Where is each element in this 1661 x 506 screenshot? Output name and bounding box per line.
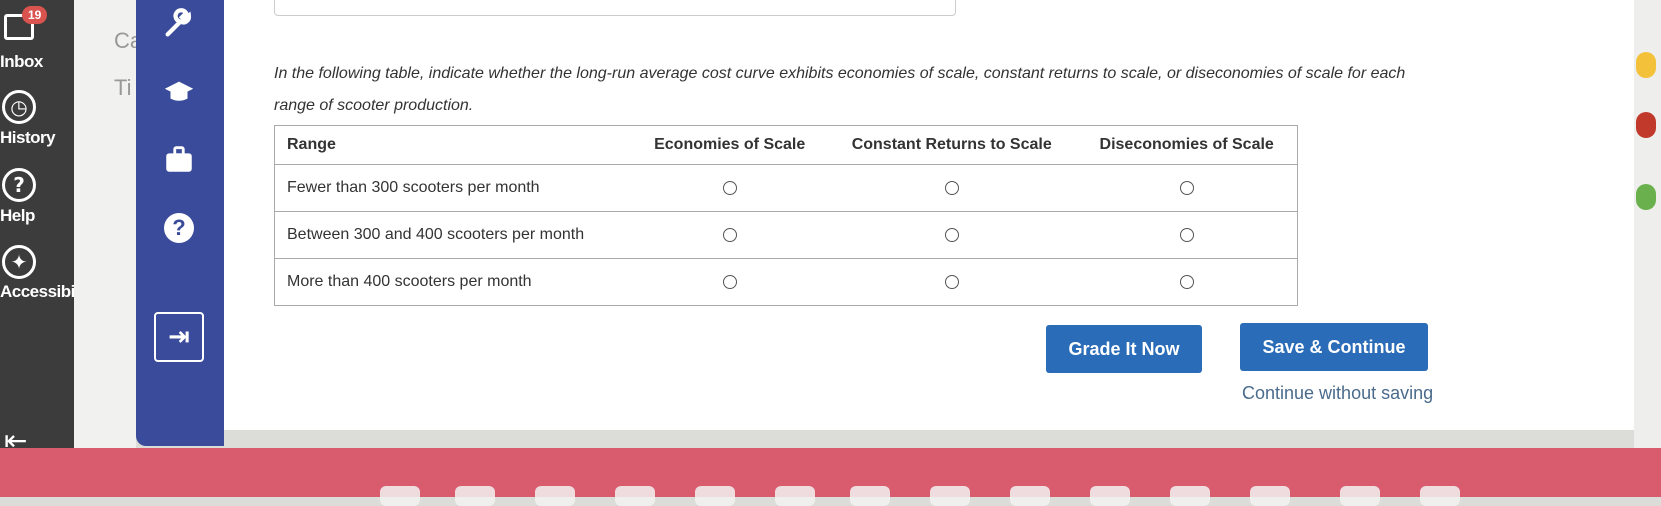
radio-diseconomies[interactable] bbox=[1179, 180, 1194, 195]
row-label: More than 400 scooters per month bbox=[274, 258, 633, 306]
dock-app-icon[interactable] bbox=[775, 486, 815, 506]
continue-without-saving-link[interactable]: Continue without saving bbox=[1242, 383, 1433, 404]
save-continue-button[interactable]: Save & Continue bbox=[1240, 323, 1428, 371]
dock-app-icon[interactable] bbox=[1340, 486, 1380, 506]
dock-app-icon[interactable] bbox=[1010, 486, 1050, 506]
answer-table: Range Economies of Scale Constant Return… bbox=[274, 125, 1298, 306]
table-header-row: Range Economies of Scale Constant Return… bbox=[274, 125, 1298, 165]
question-panel: In the following table, indicate whether… bbox=[224, 0, 1634, 430]
radio-diseconomies[interactable] bbox=[1179, 227, 1194, 242]
briefcase-icon[interactable] bbox=[162, 142, 196, 176]
dock-app-icon[interactable] bbox=[1250, 486, 1290, 506]
radio-economies[interactable] bbox=[722, 227, 737, 242]
history-label: History bbox=[0, 128, 56, 147]
radio-constant[interactable] bbox=[944, 274, 959, 289]
radio-diseconomies[interactable] bbox=[1179, 274, 1194, 289]
dock-app-icon[interactable] bbox=[455, 486, 495, 506]
dock-app-icon[interactable] bbox=[535, 486, 575, 506]
right-edge-panel bbox=[1634, 0, 1661, 465]
help-label: Help bbox=[0, 206, 35, 225]
table-row: More than 400 scooters per month bbox=[274, 258, 1298, 306]
graduation-cap-icon[interactable] bbox=[162, 76, 196, 110]
status-icon bbox=[1636, 184, 1656, 210]
dock-app-icon[interactable] bbox=[850, 486, 890, 506]
table-row: Between 300 and 400 scooters per month bbox=[274, 211, 1298, 259]
dock-app-icon[interactable] bbox=[380, 486, 420, 506]
question-icon: ? bbox=[2, 168, 36, 202]
radio-constant[interactable] bbox=[944, 180, 959, 195]
col-economies: Economies of Scale bbox=[632, 125, 828, 165]
dock-app-icon[interactable] bbox=[1420, 486, 1460, 506]
strip-text-2: Ti bbox=[114, 75, 132, 100]
dock-app-icon[interactable] bbox=[1090, 486, 1130, 506]
radio-economies[interactable] bbox=[722, 180, 737, 195]
dock bbox=[0, 448, 1661, 506]
app-sidebar: 19 Inbox ◷ History ? Help ✦ Accessibilit… bbox=[0, 0, 98, 465]
wifi-icon bbox=[1636, 52, 1656, 78]
dock-app-icon[interactable] bbox=[1170, 486, 1210, 506]
radio-constant[interactable] bbox=[944, 227, 959, 242]
exit-icon[interactable]: ⇥ bbox=[154, 312, 204, 362]
radio-economies[interactable] bbox=[722, 274, 737, 289]
table-row: Fewer than 300 scooters per month bbox=[274, 164, 1298, 212]
question-prompt: In the following table, indicate whether… bbox=[274, 65, 1406, 114]
dock-app-icon[interactable] bbox=[930, 486, 970, 506]
help-icon[interactable]: ? bbox=[164, 213, 194, 243]
top-input-box[interactable] bbox=[274, 0, 956, 16]
inbox-badge: 19 bbox=[22, 6, 48, 24]
dock-app-icon[interactable] bbox=[695, 486, 735, 506]
clock-icon: ◷ bbox=[2, 90, 36, 124]
row-label: Fewer than 300 scooters per month bbox=[274, 164, 633, 212]
col-constant: Constant Returns to Scale bbox=[827, 125, 1077, 165]
grade-it-now-button[interactable]: Grade It Now bbox=[1046, 325, 1202, 373]
dock-app-icon[interactable] bbox=[615, 486, 655, 506]
inbox-label: Inbox bbox=[0, 52, 43, 71]
tool-sidebar: ? ⇥ bbox=[136, 0, 224, 446]
row-label: Between 300 and 400 scooters per month bbox=[274, 211, 633, 259]
col-diseconomies: Diseconomies of Scale bbox=[1076, 125, 1298, 165]
accessibility-icon: ✦ bbox=[2, 245, 36, 279]
col-range: Range bbox=[274, 125, 633, 165]
course-strip: Ca Ti bbox=[74, 0, 142, 465]
wrench-icon[interactable] bbox=[162, 6, 196, 40]
app-icon bbox=[1636, 112, 1656, 138]
